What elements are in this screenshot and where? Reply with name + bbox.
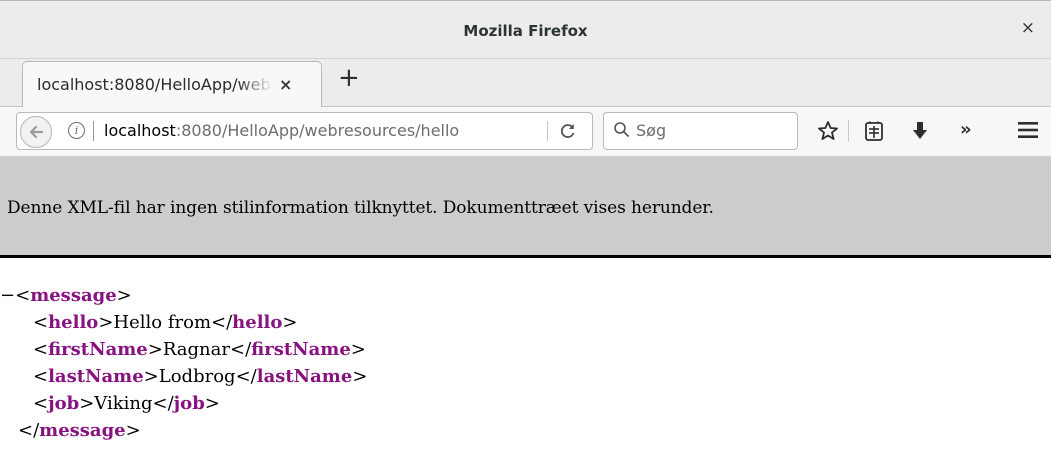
url-text[interactable]: localhost:8080/HelloApp/webresources/hel… — [104, 121, 459, 140]
xml-element: <lastName>Lodbrog</lastName> — [33, 366, 368, 387]
url-divider-right — [547, 121, 548, 141]
url-bar[interactable]: i localhost:8080/HelloApp/webresources/h… — [16, 112, 593, 150]
xml-tag-name: message — [39, 420, 126, 441]
url-path: :8080/HelloApp/webresources/hello — [175, 121, 460, 140]
download-icon[interactable] — [908, 119, 932, 143]
search-icon — [614, 122, 630, 138]
toolbar-divider — [848, 120, 849, 142]
xml-root-close: </message> — [18, 420, 141, 441]
bookmark-star-icon[interactable] — [816, 119, 840, 143]
xml-text-value: Viking — [94, 393, 153, 414]
back-icon — [29, 125, 44, 139]
url-divider — [93, 121, 94, 141]
xml-info-text: Denne XML-fil har ingen stilinformation … — [7, 198, 714, 218]
xml-tag-name: job — [173, 393, 205, 414]
reload-icon[interactable] — [558, 121, 578, 141]
tab-strip: localhost:8080/HelloApp/webresources/hel… — [0, 59, 1051, 107]
xml-element: <hello>Hello from</hello> — [33, 312, 298, 333]
tab-active[interactable]: localhost:8080/HelloApp/webresources/hel… — [22, 61, 322, 107]
navigation-toolbar: i localhost:8080/HelloApp/webresources/h… — [0, 107, 1051, 157]
collapse-toggle[interactable]: − — [0, 285, 15, 306]
xml-tag-name: firstName — [48, 339, 148, 360]
overflow-icon[interactable]: » — [960, 119, 972, 140]
tab-title: localhost:8080/HelloApp/webresources/hel… — [37, 75, 273, 94]
window-titlebar: Mozilla Firefox × — [0, 0, 1051, 59]
hamburger-menu-icon[interactable] — [1018, 121, 1038, 139]
search-bar[interactable]: Søg — [603, 112, 798, 150]
xml-tag-name: job — [48, 393, 80, 414]
xml-text-value: Ragnar — [162, 339, 230, 360]
xml-tag-name: lastName — [256, 366, 353, 387]
xml-element: <firstName>Ragnar</firstName> — [33, 339, 366, 360]
window-title: Mozilla Firefox — [463, 22, 588, 40]
new-tab-button[interactable]: + — [338, 63, 360, 93]
xml-tag-name: firstName — [251, 339, 351, 360]
xml-text-value: Hello from — [113, 312, 212, 333]
reader-list-icon[interactable] — [862, 119, 886, 143]
xml-tag-name: message — [30, 285, 117, 306]
tab-close-button[interactable]: × — [279, 75, 292, 94]
search-placeholder: Søg — [636, 121, 667, 140]
xml-info-banner: Denne XML-fil har ingen stilinformation … — [0, 157, 1051, 258]
xml-tag-name: hello — [48, 312, 99, 333]
xml-tag-name: lastName — [48, 366, 144, 387]
xml-element: <job>Viking</job> — [33, 393, 220, 414]
xml-text-value: Lodbrog — [158, 366, 236, 387]
window-frame — [0, 0, 1051, 1]
xml-tag-name: hello — [232, 312, 283, 333]
back-button[interactable] — [20, 116, 52, 148]
url-host: localhost — [104, 121, 176, 140]
info-icon[interactable]: i — [68, 122, 85, 139]
window-close-button[interactable]: × — [1021, 20, 1035, 37]
xml-root-open: −<message> — [0, 285, 132, 306]
